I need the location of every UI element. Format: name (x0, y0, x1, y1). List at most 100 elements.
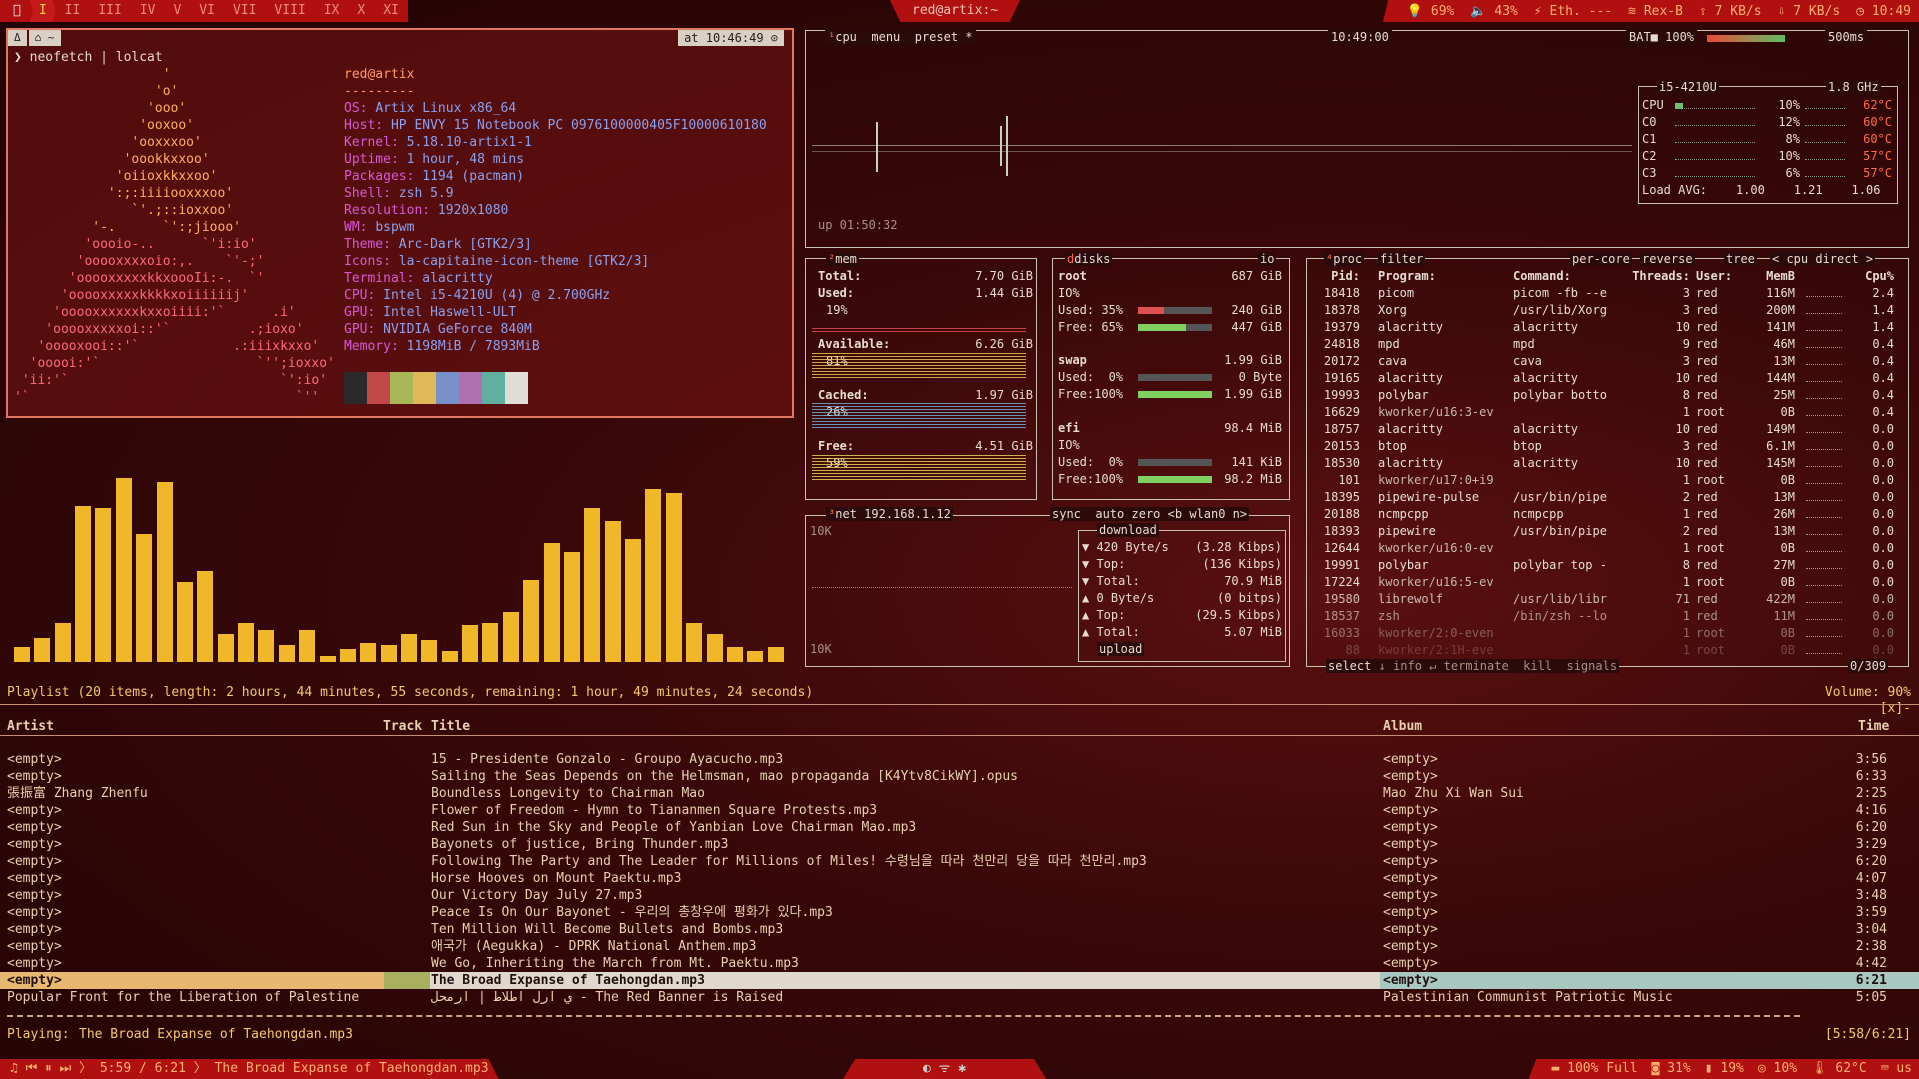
proc-per-core[interactable]: per-core (1570, 252, 1632, 266)
thermometer-icon: 🌡 (1811, 1061, 1836, 1076)
playlist-row[interactable]: <empty> We Go, Inheriting the March from … (0, 955, 1919, 972)
ascii-line: 'ooxxxoo' (14, 135, 202, 150)
proc-header[interactable]: Cpu% (1850, 269, 1894, 283)
row-title: Bayonets of justice, Bring Thunder.mp3 (431, 837, 729, 852)
proc-reverse[interactable]: reverse (1640, 252, 1695, 266)
status-bulb[interactable]: 💡 69% (1399, 4, 1463, 19)
workspace-v[interactable]: V (164, 0, 190, 22)
keyboard-icon: ⌨ (1880, 1061, 1897, 1076)
status-upload[interactable]: ⇧ 7 KB/s (1691, 4, 1770, 19)
workspace-xi[interactable]: XI (374, 0, 408, 22)
proc-cell: 0.0 (1872, 558, 1894, 572)
status-ethernet[interactable]: ⚡ Eth. --- (1526, 4, 1620, 19)
playlist-row[interactable]: <empty> Horse Hooves on Mount Paektu.mp3 <… (0, 870, 1919, 887)
menu-tab[interactable]: menu (871, 30, 900, 44)
status-keyboard[interactable]: ⌨ us (1874, 1059, 1919, 1079)
cpu-temp-graph (1805, 154, 1845, 160)
status-cpu[interactable]: ◎ 10% (1751, 1059, 1804, 1079)
playlist-row[interactable]: <empty> Bayonets of justice, Bring Thunde… (0, 836, 1919, 853)
status-download[interactable]: ⇩ 7 KB/s (1770, 4, 1849, 19)
status-wifi[interactable]: ≋ Rex-B (1620, 4, 1691, 19)
playlist-row[interactable]: <empty> Sailing the Seas Depends on the H… (0, 768, 1919, 785)
playlist-row[interactable]: <empty> Our Victory Day July 27.mp3 <empty… (0, 887, 1919, 904)
system-tray[interactable]: ◐ ᯤ ✱ (843, 1059, 1047, 1079)
workspace-viii[interactable]: VIII (265, 0, 314, 22)
playlist-row[interactable]: <empty> Red Sun in the Sky and People of … (0, 819, 1919, 836)
row-title: 애국가 (Aegukka) - DPRK National Anthem.mp3 (431, 939, 757, 954)
mem-value: 7.70 GiB (975, 269, 1033, 283)
status-disk[interactable]: ◙ 31% (1645, 1059, 1698, 1079)
cava-bar (747, 651, 764, 662)
row-time: 3:29 (1855, 837, 1887, 852)
playlist-row[interactable]: <empty> 애국가 (Aegukka) - DPRK National Ant… (0, 938, 1919, 955)
cpu-core-name: C0 (1642, 115, 1657, 129)
proc-tab[interactable]: ⁴proc (1324, 252, 1365, 266)
proc-filter[interactable]: filter (1378, 252, 1426, 266)
workspace-vii[interactable]: VII (224, 0, 265, 22)
status-clock[interactable]: ◷ 10:49 (1848, 4, 1919, 19)
update-interval[interactable]: 500ms (1825, 30, 1868, 44)
workspace-i[interactable]: I (29, 0, 56, 22)
proc-header[interactable]: Program: (1378, 269, 1518, 283)
row-title: 15 - Presidente Gonzalo - Groupo Ayacuch… (431, 752, 784, 767)
proc-header[interactable]: Pid: (1310, 269, 1360, 283)
row-album: <empty> (1383, 956, 1438, 971)
ascii-line: 'o' (14, 84, 179, 99)
proc-header[interactable]: MemB (1740, 269, 1795, 283)
net-options[interactable]: sync auto zero <b wlan0 n> (1050, 507, 1250, 521)
playlist-row[interactable]: <empty> Following The Party and The Leade… (0, 853, 1919, 870)
proc-header[interactable]: Threads: (1618, 269, 1690, 283)
proc-cell: 2 (1682, 524, 1690, 538)
ncmpcpp-playlist[interactable]: Playlist (20 items, length: 2 hours, 44 … (0, 684, 1919, 1044)
cpu-tab-labels[interactable]: ¹cpu menu preset * (825, 30, 976, 44)
progress-bar[interactable] (7, 1015, 1800, 1021)
proc-cell: ncmpcpp (1378, 507, 1429, 521)
neofetch-terminal[interactable]: Δ ⌂ ~ at 10:46:49 ⊙ ❯ neofetch | lolcat … (6, 28, 794, 418)
row-title: Sailing the Seas Depends on the Helmsman… (431, 769, 1018, 784)
playlist-row-selected[interactable]: <empty> The Broad Expanse of Taehongdan.m… (0, 972, 1919, 989)
status-battery[interactable]: ▬ 100% Full (1545, 1059, 1645, 1079)
proc-cell: 16629 (1323, 405, 1360, 419)
workspace-ii[interactable]: II (56, 0, 90, 22)
disk-free-meter (1138, 476, 1212, 483)
playlist-row[interactable]: <empty> Flower of Freedom - Hymn to Tiana… (0, 802, 1919, 819)
playlist-row[interactable]: <empty> 15 - Presidente Gonzalo - Groupo … (0, 751, 1919, 768)
preset-tab[interactable]: preset * (915, 30, 973, 44)
status-memory[interactable]: ▮ 19% (1698, 1059, 1751, 1079)
workspace-ix[interactable]: IX (315, 0, 349, 22)
mpd-player-controls[interactable]: ♫ ⏮ ⏸ ⏭ 〉 5:59 / 6:21 〉 The Broad Expans… (0, 1059, 499, 1079)
row-album: <empty> (1383, 871, 1438, 886)
ascii-line: ' (14, 67, 171, 82)
playlist-row[interactable]: <empty> Ten Million Will Become Bullets a… (0, 921, 1919, 938)
playlist-row[interactable]: <empty> Peace Is On Our Bayonet - 우리의 총창우… (0, 904, 1919, 921)
proc-sort[interactable]: < cpu direct > (1770, 252, 1876, 266)
row-artist: <empty> (7, 803, 62, 818)
proc-header[interactable]: Command: (1513, 269, 1623, 283)
arch-logo-icon[interactable]: 󰣇 (4, 0, 30, 22)
workspace-iv[interactable]: IV (131, 0, 165, 22)
playlist-row[interactable]: 張振富 Zhang Zhenfu Boundless Longevity to C… (0, 785, 1919, 802)
disks-io-toggle[interactable]: io (1258, 252, 1277, 266)
proc-tree[interactable]: tree (1724, 252, 1757, 266)
cava-bar (75, 506, 92, 662)
net-stat-label: ▲ Top: (1082, 608, 1126, 622)
info-row: Icons: la-capitaine-icon-theme [GTK2/3] (344, 253, 767, 270)
status-thermometer[interactable]: 🌡 62°C (1804, 1059, 1874, 1079)
row-album: Palestinian Communist Patriotic Music (1383, 990, 1673, 1005)
proc-cpu-graph (1806, 415, 1842, 416)
workspace-x[interactable]: X (348, 0, 374, 22)
row-artist: <empty> (7, 837, 62, 852)
playlist-row[interactable]: Popular Front for the Liberation of Pale… (0, 989, 1919, 1006)
row-album: <empty> (1383, 888, 1438, 903)
proc-footer[interactable]: select ↓ info ↵ terminate kill signals (1326, 659, 1620, 673)
proc-cpu-graph (1806, 551, 1842, 552)
cpu-tab[interactable]: cpu (835, 30, 857, 44)
workspace-iii[interactable]: III (89, 0, 130, 22)
status-speaker[interactable]: 🔈 43% (1462, 4, 1526, 19)
disk-icon: ◙ (1651, 1061, 1668, 1076)
cava-bar (441, 651, 458, 662)
proc-cell: alacritty (1513, 320, 1579, 334)
workspace-vi[interactable]: VI (190, 0, 224, 22)
proc-cell: 8 (1682, 388, 1690, 402)
proc-cell: 200M (1766, 303, 1795, 317)
